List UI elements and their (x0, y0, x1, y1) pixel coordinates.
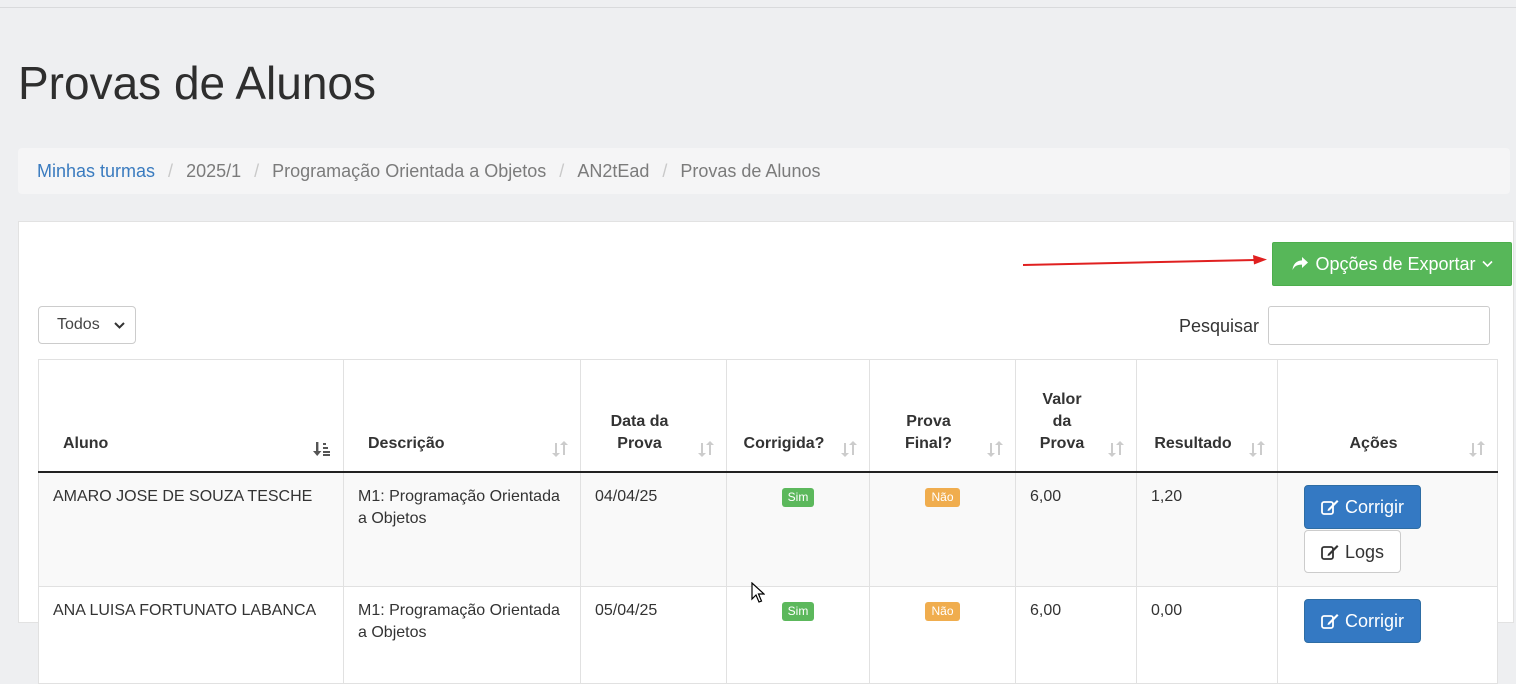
column-header-resultado[interactable]: Resultado (1136, 359, 1278, 473)
cell-descricao-line2: a Objetos (358, 624, 427, 641)
corrigir-label: Corrigir (1344, 611, 1404, 631)
status-badge-prova-final: Não (925, 488, 960, 507)
column-header-aluno[interactable]: Aluno (38, 359, 344, 473)
corrigir-button[interactable]: Corrigir (1304, 599, 1421, 643)
breadcrumb-separator: / (168, 160, 174, 181)
cell-descricao-line2: a Objetos (358, 510, 427, 527)
cell-descricao: M1: Programação Orientada a Objetos (343, 586, 581, 684)
cell-resultado: 0,00 (1136, 586, 1278, 684)
cell-acoes: Corrigir (1277, 586, 1498, 684)
sort-icon (698, 441, 714, 457)
exams-table: Aluno Descrição Data da Prova Corrigida?… (38, 359, 1498, 684)
page-title: Provas de Alunos (18, 57, 377, 109)
cell-valor: 6,00 (1015, 471, 1137, 587)
column-header-corrigida[interactable]: Corrigida? (726, 359, 870, 473)
breadcrumb-current: Provas de Alunos (680, 160, 821, 181)
breadcrumb-separator: / (559, 160, 565, 181)
export-options-label: Opções de Exportar (1315, 253, 1476, 274)
edit-icon (1321, 500, 1339, 515)
sort-ascending-icon (313, 442, 330, 456)
cell-resultado: 1,20 (1136, 471, 1278, 587)
logs-label: Logs (1344, 541, 1385, 562)
content-panel: Opções de Exportar Todos Pesquisar Aluno (18, 221, 1514, 684)
cell-descricao: M1: Programação Orientada a Objetos (343, 471, 581, 587)
column-header-descricao[interactable]: Descrição (343, 359, 581, 473)
breadcrumb-separator: / (254, 160, 260, 181)
breadcrumb-minhas-turmas[interactable]: Minhas turmas (37, 161, 155, 182)
cell-data: 04/04/25 (580, 471, 727, 587)
entries-select-value: Todos (57, 316, 100, 333)
table-header-row: Aluno Descrição Data da Prova Corrigida?… (38, 359, 1498, 473)
column-header-label-line2: da (1052, 413, 1072, 430)
cell-descricao-line1: M1: Programação Orientada (358, 488, 560, 505)
entries-select[interactable]: Todos (38, 306, 136, 344)
breadcrumb-semester: 2025/1 (186, 160, 242, 181)
column-header-label: Ações (1349, 435, 1398, 452)
mouse-cursor-icon (751, 582, 765, 603)
sort-icon (1108, 441, 1124, 457)
cell-acoes: Corrigir Logs (1277, 471, 1498, 587)
chevron-down-icon (1481, 260, 1493, 268)
sort-icon (841, 441, 857, 457)
column-header-label-line1: Data da (610, 413, 669, 430)
breadcrumb-class: AN2tEad (577, 160, 650, 181)
corrigir-button[interactable]: Corrigir (1304, 485, 1421, 529)
cell-prova-final: Não (869, 471, 1016, 587)
cell-aluno: ANA LUISA FORTUNATO LABANCA (38, 586, 344, 684)
share-icon (1292, 257, 1309, 270)
column-header-label-line1: Prova (906, 413, 951, 430)
cell-corrigida: Sim (726, 586, 870, 684)
cell-prova-final: Não (869, 586, 1016, 684)
column-header-data[interactable]: Data da Prova (580, 359, 727, 473)
cell-aluno: AMARO JOSE DE SOUZA TESCHE (38, 471, 344, 587)
table-row: AMARO JOSE DE SOUZA TESCHE M1: Programaç… (38, 471, 1498, 587)
column-header-label: Descrição (368, 435, 445, 452)
breadcrumb: Minhas turmas / 2025/1 / Programação Ori… (18, 148, 1510, 194)
edit-icon (1321, 614, 1339, 629)
table-row: ANA LUISA FORTUNATO LABANCA M1: Programa… (38, 586, 1498, 684)
column-header-label-line1: Valor (1042, 391, 1082, 408)
search-input[interactable] (1268, 306, 1490, 345)
column-header-label: Aluno (63, 435, 109, 452)
sort-icon (1469, 441, 1485, 457)
annotation-arrow-icon (1022, 255, 1267, 266)
edit-icon (1321, 544, 1339, 560)
status-badge-corrigida: Sim (781, 488, 815, 507)
cell-corrigida: Sim (726, 471, 870, 587)
sort-icon (987, 441, 1003, 457)
chevron-down-icon (114, 322, 125, 329)
cell-data: 05/04/25 (580, 586, 727, 684)
breadcrumb-course: Programação Orientada a Objetos (272, 160, 547, 181)
status-badge-corrigida: Sim (781, 602, 815, 621)
column-header-prova-final[interactable]: Prova Final? (869, 359, 1016, 473)
breadcrumb-separator: / (662, 160, 668, 181)
logs-button[interactable]: Logs (1304, 530, 1401, 573)
search-label: Pesquisar (1179, 316, 1260, 336)
cell-valor: 6,00 (1015, 586, 1137, 684)
cell-descricao-line1: M1: Programação Orientada (358, 602, 560, 619)
column-header-acoes[interactable]: Ações (1277, 359, 1498, 473)
sort-icon (1249, 441, 1265, 457)
status-badge-prova-final: Não (925, 602, 960, 621)
column-header-valor[interactable]: Valor da Prova (1015, 359, 1137, 473)
export-options-button[interactable]: Opções de Exportar (1272, 242, 1512, 286)
top-divider (0, 7, 1516, 8)
sort-icon (552, 441, 568, 457)
corrigir-label: Corrigir (1344, 497, 1404, 517)
